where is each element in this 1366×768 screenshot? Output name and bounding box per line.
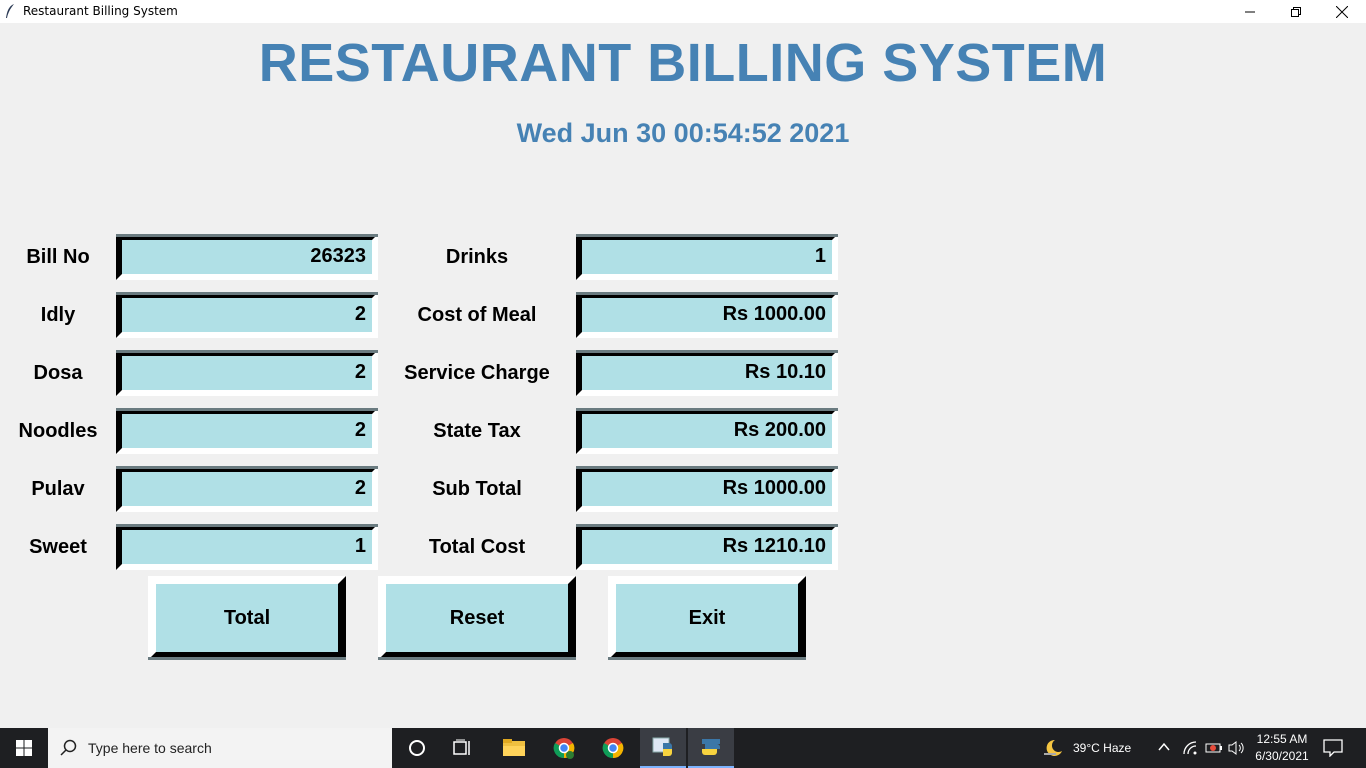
feather-icon [6, 4, 14, 18]
label-drinks: Drinks [445, 246, 509, 268]
taskbar-file-explorer[interactable] [491, 728, 537, 768]
taskbar-python-app[interactable] [688, 728, 734, 768]
label-idly: Idly [40, 304, 76, 326]
bill-no-field[interactable]: 26323 [116, 234, 378, 280]
service-charge-value: Rs 10.10 [744, 361, 826, 383]
noodles-field[interactable]: 2 [116, 408, 378, 454]
folder-icon [503, 739, 525, 756]
python-idle-icon [652, 737, 672, 756]
taskbar-chrome[interactable] [590, 728, 636, 768]
wifi-icon[interactable] [1182, 740, 1198, 756]
exit-button[interactable]: Exit [608, 576, 806, 660]
taskbar-clock[interactable]: 12:55 AM 6/30/2021 [1254, 731, 1310, 765]
start-button[interactable] [0, 728, 48, 768]
label-total-cost: Total Cost [428, 536, 526, 558]
clock-time: 12:55 AM [1256, 732, 1308, 746]
label-pulav: Pulav [31, 478, 85, 500]
cost-of-meal-field[interactable]: Rs 1000.00 [576, 292, 838, 338]
taskbar-search-box[interactable]: Type here to search [48, 728, 392, 768]
restore-icon [1291, 6, 1301, 17]
pulav-field[interactable]: 2 [116, 466, 378, 512]
label-service-charge: Service Charge [404, 362, 550, 384]
total-cost-value: Rs 1210.10 [722, 535, 826, 557]
drinks-field[interactable]: 1 [576, 234, 838, 280]
drinks-value: 1 [814, 245, 826, 267]
restore-button[interactable] [1273, 0, 1319, 23]
idly-value: 2 [354, 303, 366, 325]
cortana-button[interactable] [394, 728, 440, 768]
cortana-icon [409, 740, 425, 756]
state-tax-value: Rs 200.00 [733, 419, 826, 441]
page-title: RESTAURANT BILLING SYSTEM [258, 33, 1108, 93]
notification-icon[interactable] [1323, 739, 1343, 757]
weather-icon [1044, 739, 1062, 756]
search-placeholder: Type here to search [88, 740, 212, 756]
task-view-button[interactable] [440, 728, 486, 768]
sweet-field[interactable]: 1 [116, 524, 378, 570]
window-titlebar: Restaurant Billing System [0, 0, 1366, 23]
sweet-value: 1 [354, 535, 366, 557]
weather-text[interactable]: 39°C Haze [1073, 741, 1131, 755]
sub-total-value: Rs 1000.00 [722, 477, 826, 499]
close-button[interactable] [1319, 0, 1365, 23]
task-view-icon [453, 739, 470, 755]
label-dosa: Dosa [33, 362, 83, 384]
python-icon [702, 739, 720, 755]
taskbar-chrome-profile[interactable] [541, 728, 587, 768]
window-title: Restaurant Billing System [23, 4, 178, 18]
minimize-icon [1245, 11, 1255, 12]
idly-field[interactable]: 2 [116, 292, 378, 338]
label-noodles: Noodles [18, 420, 98, 442]
sub-total-field[interactable]: Rs 1000.00 [576, 466, 838, 512]
dosa-value: 2 [354, 361, 366, 383]
minimize-button[interactable] [1227, 0, 1273, 23]
cost-of-meal-value: Rs 1000.00 [722, 303, 826, 325]
search-icon [60, 739, 77, 756]
label-cost-of-meal: Cost of Meal [417, 304, 537, 326]
label-state-tax: State Tax [433, 420, 521, 442]
label-bill-no: Bill No [26, 246, 90, 268]
volume-icon[interactable] [1228, 740, 1246, 756]
bill-no-value: 26323 [310, 245, 366, 267]
taskbar-python-idle[interactable] [640, 728, 686, 768]
reset-button[interactable]: Reset [378, 576, 576, 660]
dosa-field[interactable]: 2 [116, 350, 378, 396]
chrome-icon [602, 738, 624, 759]
clock-date: 6/30/2021 [1255, 749, 1309, 763]
taskbar: Type here to search 39°C Haze 12:55 AM 6… [0, 728, 1366, 768]
label-sub-total: Sub Total [432, 478, 522, 500]
chrome-icon [553, 738, 575, 759]
noodles-value: 2 [354, 419, 366, 441]
pulav-value: 2 [354, 477, 366, 499]
battery-icon[interactable] [1205, 741, 1223, 755]
chevron-up-icon[interactable] [1158, 741, 1170, 753]
total-cost-field[interactable]: Rs 1210.10 [576, 524, 838, 570]
service-charge-field[interactable]: Rs 10.10 [576, 350, 838, 396]
windows-icon [16, 740, 32, 756]
total-button[interactable]: Total [148, 576, 346, 660]
datetime-label: Wed Jun 30 00:54:52 2021 [516, 118, 850, 148]
close-icon [1336, 5, 1348, 18]
label-sweet: Sweet [29, 536, 87, 558]
state-tax-field[interactable]: Rs 200.00 [576, 408, 838, 454]
